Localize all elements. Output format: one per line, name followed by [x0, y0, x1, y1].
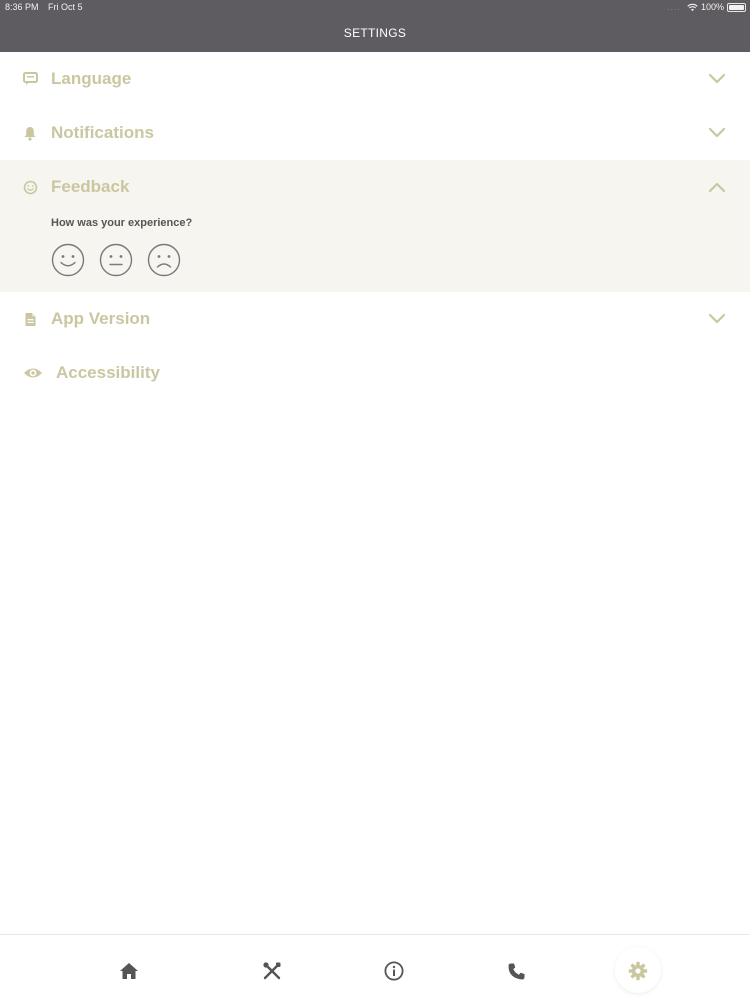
info-icon	[384, 961, 404, 981]
document-icon	[22, 311, 38, 327]
phone-icon	[508, 963, 524, 979]
chevron-down-icon[interactable]	[708, 311, 726, 327]
sad-face-icon[interactable]	[147, 243, 181, 277]
status-left: 8:36 PM Fri Oct 5	[5, 0, 90, 14]
smiley-icon	[22, 179, 38, 195]
chevron-up-icon[interactable]	[708, 179, 726, 195]
happy-face-icon[interactable]	[51, 243, 85, 277]
settings-item-label: Language	[51, 69, 132, 88]
tab-home[interactable]	[117, 959, 141, 983]
chat-icon	[22, 71, 38, 87]
settings-item-feedback[interactable]: Feedback	[0, 160, 750, 214]
status-time: 8:36 PM	[5, 2, 39, 12]
tools-icon	[263, 962, 281, 980]
settings-item-notifications[interactable]: Notifications	[0, 106, 750, 160]
tab-info[interactable]	[382, 959, 406, 983]
chevron-down-icon[interactable]	[708, 71, 726, 87]
status-bar: 8:36 PM Fri Oct 5 .... 100%	[0, 0, 750, 14]
settings-item-label: Feedback	[51, 177, 130, 196]
feedback-question: How was your experience?	[51, 217, 193, 229]
settings-item-app-version[interactable]: App Version	[0, 292, 750, 346]
settings-item-language[interactable]: Language	[0, 52, 750, 106]
tab-phone[interactable]	[504, 959, 528, 983]
battery-percent: 100%	[700, 2, 724, 12]
settings-item-label: Notifications	[51, 123, 154, 142]
home-icon	[120, 963, 138, 979]
settings-list: Language Notifications Feedback How was …	[0, 52, 750, 400]
bell-icon	[22, 125, 38, 141]
tab-settings[interactable]	[626, 959, 650, 983]
gear-icon	[628, 961, 648, 981]
settings-item-accessibility[interactable]: Accessibility	[0, 346, 750, 400]
settings-item-label: Accessibility	[56, 363, 160, 382]
page-title: SETTINGS	[0, 14, 750, 52]
tab-bar	[0, 934, 750, 1001]
chevron-down-icon[interactable]	[708, 125, 726, 141]
neutral-face-icon[interactable]	[99, 243, 133, 277]
signal-dots: ....	[666, 2, 681, 12]
status-date: Fri Oct 5	[48, 2, 83, 12]
status-right: .... 100%	[666, 0, 746, 14]
wifi-icon	[687, 3, 698, 11]
tab-tools[interactable]	[260, 959, 284, 983]
settings-item-label: App Version	[51, 309, 151, 328]
battery-icon	[727, 3, 746, 12]
eye-icon	[22, 365, 44, 381]
